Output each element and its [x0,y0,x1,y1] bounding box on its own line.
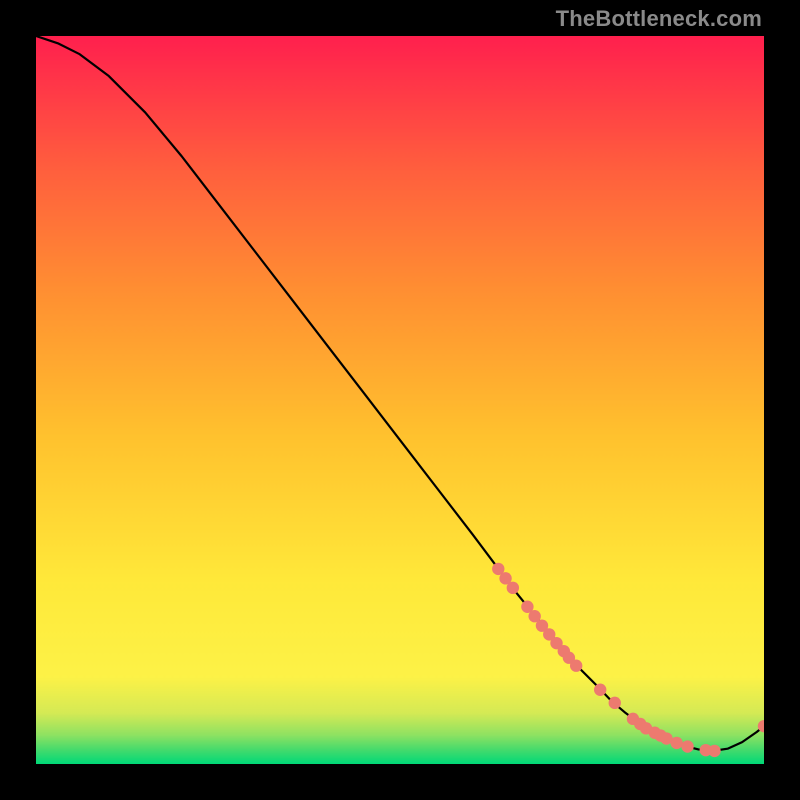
gradient-background [36,36,764,764]
chart-stage: TheBottleneck.com [0,0,800,800]
plot-area [36,36,764,764]
watermark-text: TheBottleneck.com [556,6,762,32]
